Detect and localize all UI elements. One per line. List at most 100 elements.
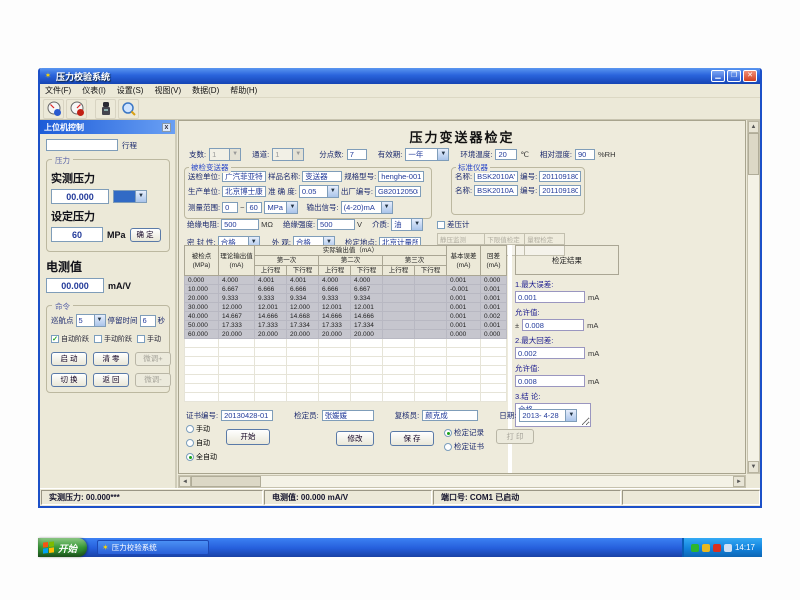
scroll-down-icon[interactable]: ▼ bbox=[748, 461, 759, 473]
insulation-res-input[interactable] bbox=[221, 219, 259, 230]
pressure-unit-combo[interactable]: ▼ bbox=[113, 190, 147, 203]
return-button[interactable]: 返 回 bbox=[93, 373, 129, 387]
chevron-down-icon[interactable]: ▼ bbox=[94, 314, 106, 327]
reviewer-input[interactable] bbox=[422, 410, 478, 421]
tray-icon-red[interactable] bbox=[713, 544, 721, 552]
title-bar[interactable]: ✶ 压力校验系统 ▁ ❐ ✕ bbox=[40, 68, 760, 84]
scroll-left-icon[interactable]: ◄ bbox=[179, 476, 191, 487]
chevron-down-icon[interactable]: ▼ bbox=[135, 190, 147, 203]
horizontal-scroll-thumb[interactable] bbox=[191, 476, 261, 487]
table-row[interactable]: 60.00020.00020.00020.00020.00020.000 0.0… bbox=[185, 330, 507, 339]
electric-value[interactable] bbox=[46, 278, 104, 293]
maximize-button[interactable]: ❐ bbox=[727, 70, 741, 82]
cert-input[interactable] bbox=[221, 410, 273, 421]
manual-checkbox[interactable]: 手动 bbox=[137, 334, 161, 344]
panel-close-icon[interactable]: x bbox=[162, 123, 171, 132]
points-input[interactable] bbox=[347, 149, 367, 160]
tray-icon-green[interactable] bbox=[691, 544, 699, 552]
scroll-up-icon[interactable]: ▲ bbox=[748, 121, 759, 133]
dp-gauge-checkbox[interactable]: 差压计 bbox=[437, 219, 587, 230]
table-cell: 9.334 bbox=[287, 294, 319, 303]
menu-data[interactable]: 数据(D) bbox=[192, 85, 219, 96]
command-group: 命令 巡航点 5▼ 停留时间 秒 ✓自动阶跃 手动阶跃 手动 bbox=[46, 305, 170, 393]
accuracy-combo[interactable]: 0.05▼ bbox=[299, 185, 339, 198]
tray-icon-yellow[interactable] bbox=[702, 544, 710, 552]
table-row[interactable]: 40.00014.66714.66614.66814.66614.666 0.0… bbox=[185, 312, 507, 321]
save-button[interactable]: 保 存 bbox=[390, 431, 434, 446]
table-row[interactable]: 20.0009.3339.3339.3349.3339.334 0.0010.0… bbox=[185, 294, 507, 303]
switch-button[interactable]: 切 换 bbox=[51, 373, 87, 387]
tray-clock[interactable]: 14:17 bbox=[735, 543, 755, 552]
chevron-down-icon[interactable]: ▼ bbox=[437, 148, 449, 161]
chevron-down-icon[interactable]: ▼ bbox=[381, 201, 393, 214]
validity-combo[interactable]: 一年▼ bbox=[405, 148, 449, 161]
start-button[interactable]: 启 动 bbox=[51, 352, 87, 366]
zero-button[interactable]: 清 零 bbox=[93, 352, 129, 366]
table-cell bbox=[481, 348, 507, 357]
range-unit-combo[interactable]: MPa▼ bbox=[264, 201, 298, 214]
chevron-down-icon[interactable]: ▼ bbox=[286, 201, 298, 214]
std-no2-input[interactable] bbox=[539, 185, 581, 196]
vertical-scrollbar[interactable]: ▲ ▼ bbox=[747, 120, 760, 474]
menu-file[interactable]: 文件(F) bbox=[45, 85, 71, 96]
env-temp-input[interactable] bbox=[495, 149, 517, 160]
tray-icon-light[interactable] bbox=[724, 544, 732, 552]
chevron-down-icon[interactable]: ▼ bbox=[411, 218, 423, 231]
dwell-input[interactable] bbox=[140, 315, 156, 327]
menu-settings[interactable]: 设置(S) bbox=[117, 85, 144, 96]
std-no1-input[interactable] bbox=[539, 171, 581, 182]
model-input[interactable] bbox=[378, 171, 424, 182]
table-row[interactable]: 10.0006.6676.6666.6666.6666.667 -0.0010.… bbox=[185, 285, 507, 294]
table-row[interactable]: 0.0004.0004.0014.0014.0004.000 0.0010.00… bbox=[185, 276, 507, 285]
close-button[interactable]: ✕ bbox=[743, 70, 757, 82]
table-empty-row bbox=[185, 366, 507, 375]
range-to-input[interactable] bbox=[246, 202, 262, 213]
chevron-down-icon[interactable]: ▼ bbox=[327, 185, 339, 198]
confirm-button[interactable]: 确 定 bbox=[130, 228, 161, 242]
maker-input[interactable] bbox=[222, 186, 266, 197]
table-cell: 0.000 bbox=[481, 276, 507, 285]
full-auto-mode-radio[interactable]: 全自动 bbox=[186, 452, 606, 462]
serial-input[interactable] bbox=[375, 186, 421, 197]
travel-input[interactable] bbox=[46, 139, 118, 151]
table-row[interactable]: 30.00012.00012.00112.00012.00112.001 0.0… bbox=[185, 303, 507, 312]
menu-view[interactable]: 视图(V) bbox=[154, 85, 181, 96]
chevron-down-icon[interactable]: ▼ bbox=[565, 409, 577, 422]
taskbar-task-pressure-system[interactable]: ✶ 压力校验系统 bbox=[97, 540, 209, 555]
signal-combo[interactable]: (4-20)mA▼ bbox=[341, 201, 393, 214]
cruise-combo[interactable]: 5▼ bbox=[76, 314, 106, 327]
manual-step-checkbox[interactable]: 手动阶跃 bbox=[94, 334, 132, 344]
verifier-input[interactable] bbox=[322, 410, 374, 421]
set-pressure-value[interactable] bbox=[51, 227, 103, 242]
measured-pressure-value[interactable] bbox=[51, 189, 109, 204]
std-name2-input[interactable] bbox=[474, 185, 518, 196]
result-panel: 检定结果 1.最大误差: mA 允许值: ± mA 2.最大回差: bbox=[515, 245, 619, 429]
table-empty-row bbox=[185, 348, 507, 357]
begin-button[interactable]: 开始 bbox=[226, 429, 270, 445]
menu-help[interactable]: 帮助(H) bbox=[230, 85, 257, 96]
pressure-module-icon[interactable] bbox=[95, 99, 116, 119]
medium-combo[interactable]: 油▼ bbox=[391, 218, 423, 231]
table-cell bbox=[255, 384, 287, 393]
sample-input[interactable] bbox=[302, 171, 342, 182]
table-cell bbox=[219, 393, 255, 402]
horizontal-scrollbar[interactable]: ◄ ► bbox=[178, 475, 746, 488]
minimize-button[interactable]: ▁ bbox=[711, 70, 725, 82]
certificate-radio[interactable]: 检定证书 bbox=[444, 441, 484, 452]
modify-button[interactable]: 修改 bbox=[336, 431, 374, 446]
table-row[interactable]: 50.00017.33317.33317.33417.33317.334 0.0… bbox=[185, 321, 507, 330]
humidity-input[interactable] bbox=[575, 149, 595, 160]
start-button-taskbar[interactable]: 开始 bbox=[38, 538, 87, 557]
insulation-str-input[interactable] bbox=[317, 219, 355, 230]
range-from-input[interactable] bbox=[222, 202, 238, 213]
vertical-scroll-thumb[interactable] bbox=[748, 133, 759, 175]
panel-header[interactable]: 上位机控制 x bbox=[40, 120, 175, 134]
gauge-red-icon[interactable] bbox=[66, 99, 87, 119]
date-combo[interactable]: 2013- 4-28▼ bbox=[519, 409, 577, 422]
magnifier-icon[interactable] bbox=[118, 99, 139, 119]
menu-instrument[interactable]: 仪表(I) bbox=[82, 85, 106, 96]
record-radio[interactable]: 检定记录 bbox=[444, 427, 484, 438]
gauge-blue-icon[interactable] bbox=[43, 99, 64, 119]
auto-step-checkbox[interactable]: ✓自动阶跃 bbox=[51, 334, 89, 344]
scroll-right-icon[interactable]: ► bbox=[733, 476, 745, 487]
